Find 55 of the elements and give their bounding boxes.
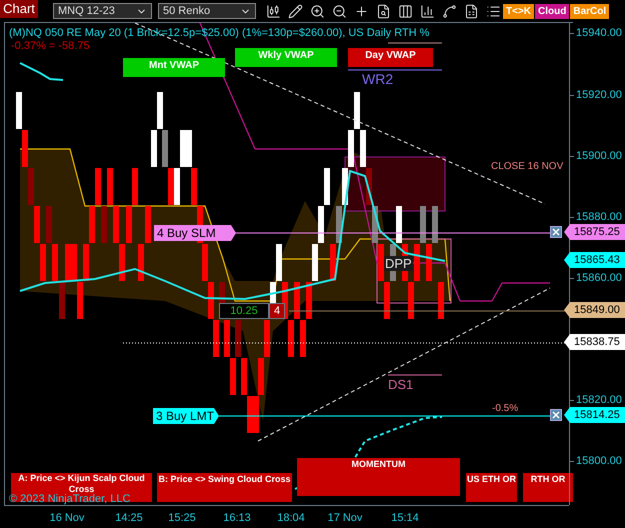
time-label: 15:25 [168, 511, 196, 526]
price-marker: 15865.43 [564, 252, 625, 268]
file-search-icon[interactable] [376, 4, 391, 18]
position-quantity: 4 [269, 303, 285, 319]
price-tick-label: 15900.00 [576, 149, 622, 163]
price-marker: 15814.25 [564, 407, 625, 423]
signal-panel: MOMENTUM [297, 458, 460, 496]
price-tick-label: 15860.00 [576, 271, 622, 285]
zoom-out-icon[interactable] [332, 4, 347, 18]
price-tick-label: 15820.00 [576, 393, 622, 407]
time-label: 17 Nov [328, 511, 362, 526]
order-label[interactable]: 4 Buy SLM [154, 225, 236, 241]
position-pnl: 10.25 [219, 303, 269, 319]
level-label: DS1 [388, 376, 414, 394]
signal-panel: US ETH OR [466, 473, 517, 502]
window-title: Chart [0, 0, 38, 18]
percent-change: -0.37% = -58.75 [11, 39, 90, 54]
spreadsheet-icon[interactable] [464, 4, 479, 18]
instrument-dropdown[interactable]: MNQ 12-23 [53, 3, 152, 19]
list-icon[interactable] [486, 4, 501, 18]
indicator-toggle[interactable]: Cloud [535, 4, 570, 18]
level-label: DPP [384, 256, 413, 271]
vwap-label: Wkly VWAP [235, 48, 337, 67]
pencil-icon[interactable] [288, 4, 303, 18]
time-label: 15:14 [391, 511, 419, 526]
level-line [388, 42, 442, 44]
price-marker: 15849.00 [564, 302, 625, 318]
price-tick-label: 15920.00 [576, 88, 622, 102]
vwap-label: Mnt VWAP [123, 58, 225, 77]
level-label: CLOSE 16 NOV [491, 160, 564, 174]
candlestick-icon[interactable] [266, 4, 281, 18]
price-tick-label: 15940.00 [576, 26, 622, 40]
vwap-label: Day VWAP [348, 48, 433, 67]
time-label: 14:25 [115, 511, 143, 526]
level-line [388, 374, 442, 376]
order-label[interactable]: 3 Buy LMT [153, 408, 219, 424]
close-icon[interactable] [550, 226, 562, 238]
zoom-in-icon[interactable] [310, 4, 325, 18]
spline-icon[interactable] [442, 4, 457, 18]
bar-chart-icon[interactable] [420, 4, 435, 18]
time-label: 16 Nov [50, 511, 84, 526]
crosshair-icon[interactable] [354, 4, 369, 18]
time-label: 18:04 [277, 511, 305, 526]
close-icon[interactable] [550, 409, 562, 421]
price-marker: 15838.75 [564, 334, 625, 350]
price-marker: 15875.25 [564, 224, 625, 240]
bar-type-dropdown[interactable]: 50 Renko [158, 3, 256, 19]
signal-panel: RTH OR [523, 473, 573, 502]
price-tick-label: 15880.00 [576, 210, 622, 224]
signal-panel: B: Price <> Swing Cloud Cross [157, 473, 292, 502]
level-label: -0.5% [492, 402, 518, 416]
level-label: WR2 [362, 70, 394, 89]
columns-icon[interactable] [398, 4, 413, 18]
time-label: 16:13 [223, 511, 251, 526]
price-tick-label: 15800.00 [576, 454, 622, 468]
